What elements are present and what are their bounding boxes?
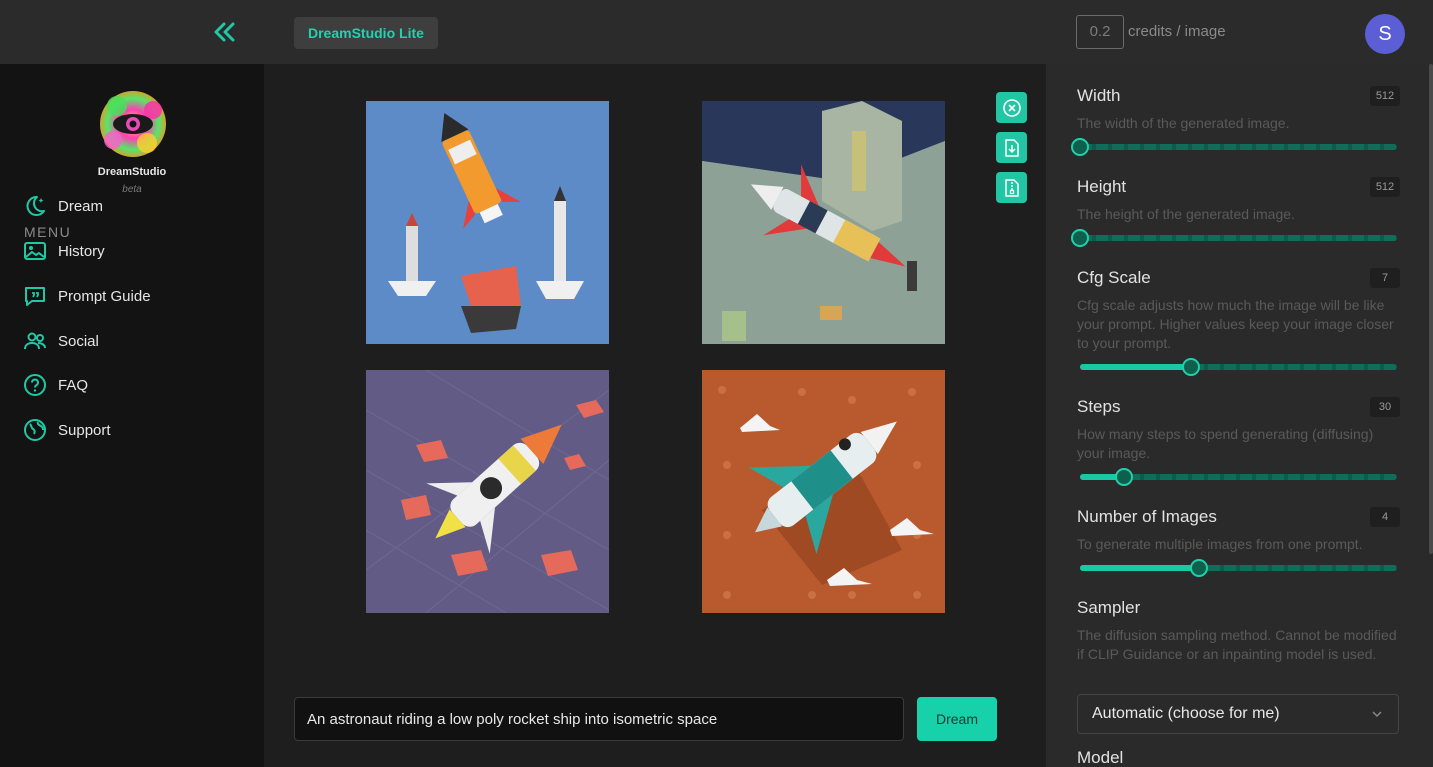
sampler-description: The diffusion sampling method. Cannot be… bbox=[1077, 627, 1397, 662]
cfg-scale-label: Cfg Scale bbox=[1077, 268, 1151, 287]
brand-block: DreamStudio beta bbox=[0, 64, 264, 204]
image-gallery-icon bbox=[22, 238, 48, 264]
top-bar: DreamStudio Lite 0.2 credits / image S bbox=[0, 0, 1433, 64]
steps-description: How many steps to spend generating (diff… bbox=[1077, 426, 1374, 461]
width-slider-thumb[interactable] bbox=[1071, 138, 1089, 156]
height-slider-thumb[interactable] bbox=[1071, 229, 1089, 247]
generated-image-2[interactable] bbox=[702, 101, 945, 344]
dream-button[interactable]: Dream bbox=[917, 697, 997, 741]
globe-support-icon bbox=[22, 417, 48, 443]
brand-name: DreamStudio bbox=[97, 166, 167, 178]
cfg-scale-slider[interactable] bbox=[1080, 357, 1397, 377]
steps-label: Steps bbox=[1077, 397, 1121, 416]
cfg-scale-description: Cfg scale adjusts how much the image wil… bbox=[1077, 297, 1394, 351]
steps-slider-thumb[interactable] bbox=[1115, 468, 1134, 486]
question-circle-icon bbox=[22, 372, 48, 398]
double-chevron-left-icon bbox=[214, 22, 235, 42]
sampler-label: Sampler bbox=[1077, 598, 1141, 617]
credits-per-image-value: 0.2 bbox=[1076, 15, 1124, 49]
sampler-select[interactable]: Automatic (choose for me) bbox=[1077, 694, 1399, 734]
width-label: Width bbox=[1077, 86, 1121, 105]
sidebar-item-faq[interactable]: FAQ bbox=[22, 371, 242, 399]
sidebar-item-label: Prompt Guide bbox=[58, 287, 151, 305]
model-label: Model bbox=[1077, 748, 1124, 767]
sidebar-item-label: Dream bbox=[58, 197, 104, 215]
num-images-description: To generate multiple images from one pro… bbox=[1077, 536, 1363, 552]
width-value: 512 bbox=[1370, 86, 1400, 106]
sidebar-item-prompt-guide[interactable]: Prompt Guide bbox=[22, 282, 242, 310]
chevron-down-icon bbox=[1372, 711, 1382, 718]
steps-value: 30 bbox=[1370, 397, 1400, 417]
dreamstudio-logo[interactable] bbox=[95, 88, 171, 158]
sidebar-item-support[interactable]: Support bbox=[22, 416, 242, 444]
download-zip-button[interactable] bbox=[996, 172, 1027, 203]
width-slider[interactable] bbox=[1071, 137, 1397, 157]
users-icon bbox=[22, 328, 48, 354]
chat-quote-icon bbox=[22, 283, 48, 309]
height-label: Height bbox=[1077, 177, 1127, 196]
user-avatar[interactable]: S bbox=[1365, 14, 1405, 54]
num-images-slider-thumb[interactable] bbox=[1189, 559, 1208, 577]
sidebar-item-social[interactable]: Social bbox=[22, 327, 242, 355]
sidebar-item-history[interactable]: History bbox=[22, 237, 242, 265]
num-images-value: 4 bbox=[1370, 507, 1400, 527]
zip-file-icon bbox=[1004, 178, 1019, 197]
sidebar: DreamStudio beta MENU Dream History Prom… bbox=[0, 64, 264, 767]
cfg-scale-value: 7 bbox=[1370, 268, 1400, 288]
num-images-label: Number of Images bbox=[1077, 507, 1217, 526]
download-images-button[interactable] bbox=[996, 132, 1027, 163]
generated-image-4[interactable] bbox=[702, 370, 945, 613]
collapse-sidebar-button[interactable] bbox=[210, 18, 238, 46]
credits-label: credits / image bbox=[1128, 23, 1226, 40]
generated-image-3[interactable] bbox=[366, 370, 609, 613]
sidebar-item-dream[interactable]: Dream bbox=[22, 192, 242, 220]
height-slider[interactable] bbox=[1071, 228, 1397, 248]
close-circle-icon bbox=[1002, 98, 1021, 117]
download-file-icon bbox=[1004, 138, 1019, 157]
sidebar-item-label: History bbox=[58, 242, 105, 260]
clear-images-button[interactable] bbox=[996, 92, 1027, 123]
sidebar-item-label: FAQ bbox=[58, 376, 89, 394]
cfg-scale-slider-thumb[interactable] bbox=[1181, 358, 1200, 376]
settings-scrollbar[interactable] bbox=[1429, 64, 1433, 554]
generated-image-1[interactable] bbox=[366, 101, 609, 344]
prompt-input[interactable] bbox=[294, 697, 904, 741]
height-description: The height of the generated image. bbox=[1077, 206, 1295, 222]
sidebar-item-label: Social bbox=[58, 332, 99, 350]
moon-sparkle-icon bbox=[22, 193, 48, 219]
sidebar-item-label: Support bbox=[58, 421, 111, 439]
num-images-slider[interactable] bbox=[1080, 558, 1397, 578]
height-value: 512 bbox=[1370, 177, 1400, 197]
width-description: The width of the generated image. bbox=[1077, 115, 1290, 131]
steps-slider[interactable] bbox=[1080, 467, 1397, 487]
app-name-badge: DreamStudio Lite bbox=[294, 17, 438, 49]
sampler-selected-value: Automatic (choose for me) bbox=[1092, 705, 1280, 722]
